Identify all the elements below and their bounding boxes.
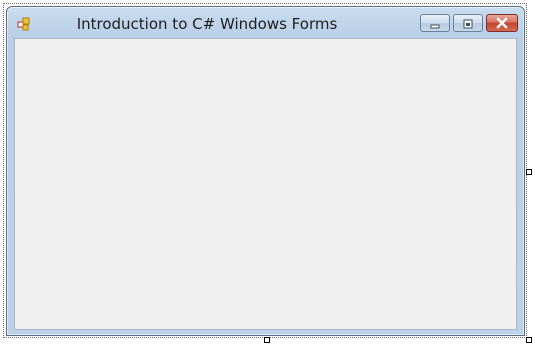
title-bar[interactable]: Introduction to C# Windows Forms	[7, 7, 524, 39]
form-client-area[interactable]	[14, 38, 517, 330]
close-button[interactable]	[486, 14, 518, 32]
minimize-icon	[429, 14, 441, 33]
form-window[interactable]: Introduction to C# Windows Forms	[6, 6, 525, 336]
form-designer-surface: Introduction to C# Windows Forms	[0, 0, 536, 349]
caption-buttons	[420, 14, 518, 33]
resize-handle-bottom-right[interactable]	[526, 337, 532, 343]
resize-handle-bottom[interactable]	[264, 337, 270, 343]
close-icon	[495, 14, 509, 33]
window-title: Introduction to C# Windows Forms	[76, 15, 338, 33]
minimize-button[interactable]	[420, 14, 450, 32]
maximize-icon	[462, 14, 474, 33]
maximize-button[interactable]	[453, 14, 483, 32]
resize-handle-right[interactable]	[526, 169, 532, 175]
